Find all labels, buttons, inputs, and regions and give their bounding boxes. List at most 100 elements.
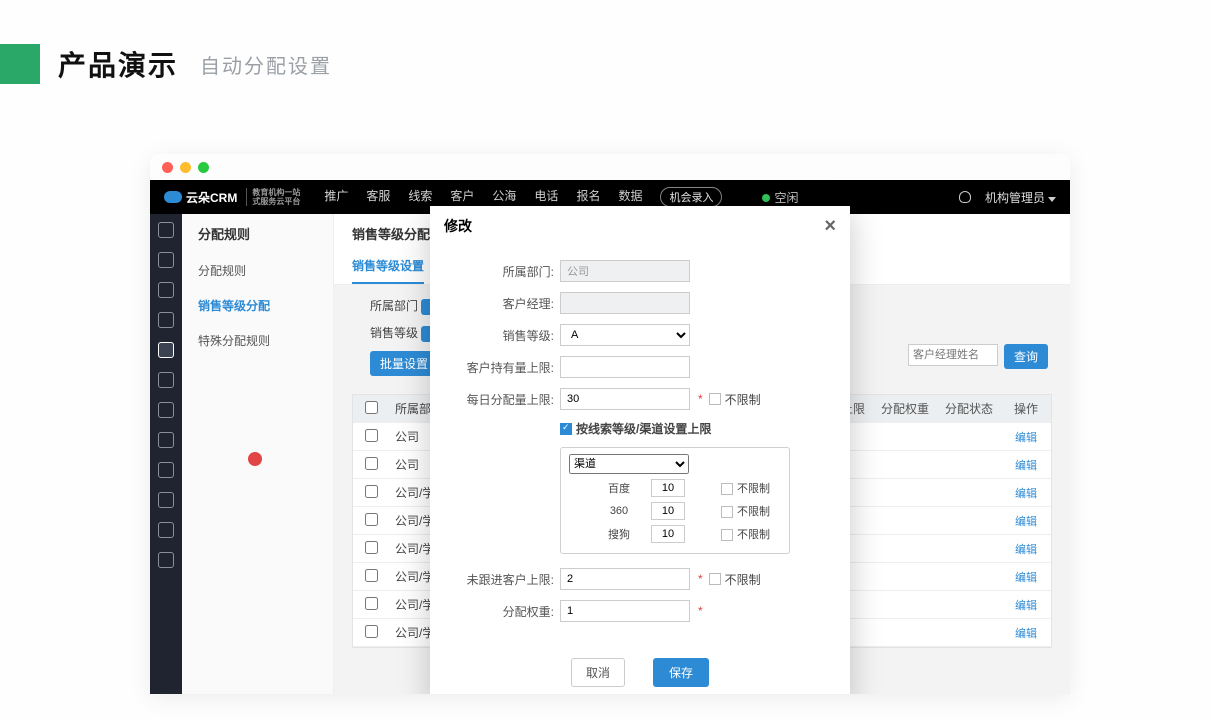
field-hold[interactable] (560, 356, 690, 378)
sidebar-item-rules[interactable]: 分配规则 (182, 253, 333, 288)
channel-nolimit-label: 不限制 (737, 506, 770, 518)
edit-link[interactable]: 编辑 (1015, 488, 1037, 500)
filter-level-label: 销售等级 (370, 326, 418, 340)
channel-value[interactable] (651, 502, 685, 520)
rail-icon-9[interactable] (158, 462, 174, 478)
channel-select[interactable]: 渠道 (569, 454, 689, 474)
rail-icon-1[interactable] (158, 222, 174, 238)
save-button[interactable]: 保存 (653, 658, 709, 687)
rail-icon-2[interactable] (158, 252, 174, 268)
channel-nolimit-check[interactable] (721, 506, 733, 518)
rail-icon-5[interactable] (158, 342, 174, 358)
left-rail (150, 214, 182, 694)
channel-nolimit-check[interactable] (721, 483, 733, 495)
search-bar: 查询 (908, 344, 1048, 369)
page-title: 产品演示 (58, 44, 178, 84)
nolimit-pending-check[interactable] (709, 573, 721, 585)
rail-icon-10[interactable] (158, 492, 174, 508)
nav-call[interactable]: 电话 (534, 187, 558, 207)
lbl-weight: 分配权重: (454, 603, 560, 620)
cancel-button[interactable]: 取消 (571, 658, 625, 687)
rail-icon-3[interactable] (158, 282, 174, 298)
window-controls (150, 154, 1070, 180)
nav-data[interactable]: 数据 (618, 187, 642, 207)
role-menu[interactable]: 机构管理员 (985, 189, 1056, 206)
field-level[interactable]: A (560, 324, 690, 346)
lbl-daily: 每日分配量上限: (454, 391, 560, 408)
channel-name: 百度 (599, 480, 639, 496)
bychannel-label: 按线索等级/渠道设置上限 (576, 420, 711, 437)
channel-nolimit-check[interactable] (721, 529, 733, 541)
close-icon[interactable]: × (824, 219, 836, 233)
nav-cust[interactable]: 客户 (450, 187, 474, 207)
channel-row: 百度 不限制 (599, 479, 781, 497)
nav-promo[interactable]: 推广 (324, 187, 348, 207)
row-checkbox[interactable] (365, 429, 378, 442)
close-dot[interactable] (162, 162, 173, 173)
rail-icon-7[interactable] (158, 402, 174, 418)
rail-icon-8[interactable] (158, 432, 174, 448)
row-checkbox[interactable] (365, 625, 378, 638)
nav-service[interactable]: 客服 (366, 187, 390, 207)
rail-icon-6[interactable] (158, 372, 174, 388)
lbl-hold: 客户持有量上限: (454, 359, 560, 376)
row-checkbox[interactable] (365, 597, 378, 610)
opportunity-pill[interactable]: 机会录入 (660, 187, 722, 207)
channel-name: 360 (599, 505, 639, 517)
presence-status: 空闲 (762, 189, 798, 206)
field-dept (560, 260, 690, 282)
channel-row: 搜狗不限制 (599, 525, 781, 543)
batch-button[interactable]: 批量设置 (370, 351, 438, 376)
page-subtitle: 自动分配设置 (200, 50, 332, 79)
edit-link[interactable]: 编辑 (1015, 600, 1037, 612)
edit-link[interactable]: 编辑 (1015, 516, 1037, 528)
edit-link[interactable]: 编辑 (1015, 460, 1037, 472)
field-weight[interactable] (560, 600, 690, 622)
col-op: 操作 (1001, 400, 1051, 417)
nolimit-daily-check[interactable] (709, 393, 721, 405)
nolimit-daily-label: 不限制 (725, 391, 761, 408)
row-checkbox[interactable] (365, 569, 378, 582)
alert-badge-icon (248, 452, 262, 466)
bychannel-check[interactable] (560, 423, 572, 435)
modal-title: 修改 (444, 216, 472, 236)
min-dot[interactable] (180, 162, 191, 173)
lbl-manager: 客户经理: (454, 295, 560, 312)
nav-sea[interactable]: 公海 (492, 187, 516, 207)
brand-name: 云朵CRM (186, 189, 237, 206)
field-pending[interactable] (560, 568, 690, 590)
col-weight: 分配权重 (873, 400, 937, 417)
edit-link[interactable]: 编辑 (1015, 432, 1037, 444)
rail-icon-12[interactable] (158, 552, 174, 568)
row-checkbox[interactable] (365, 513, 378, 526)
row-checkbox[interactable] (365, 485, 378, 498)
channel-nolimit-label: 不限制 (737, 483, 770, 495)
sidebar-item-special[interactable]: 特殊分配规则 (182, 323, 333, 358)
search-button[interactable]: 查询 (1004, 344, 1048, 369)
sidebar-item-level[interactable]: 销售等级分配 (182, 288, 333, 323)
select-all-checkbox[interactable] (365, 401, 378, 414)
nav-signup[interactable]: 报名 (576, 187, 600, 207)
row-checkbox[interactable] (365, 457, 378, 470)
accent-bar (0, 44, 40, 84)
brand-tagline: 教育机构一站式服务云平台 (246, 188, 300, 206)
chevron-down-icon (1048, 197, 1056, 202)
rail-icon-4[interactable] (158, 312, 174, 328)
rail-icon-11[interactable] (158, 522, 174, 538)
tab-level-settings[interactable]: 销售等级设置 (352, 249, 424, 284)
filter-dept-label: 所属部门 (370, 299, 418, 313)
field-daily[interactable] (560, 388, 690, 410)
edit-link[interactable]: 编辑 (1015, 572, 1037, 584)
channel-value[interactable] (651, 525, 685, 543)
status-dot-icon (762, 194, 770, 202)
channel-value[interactable] (651, 479, 685, 497)
edit-link[interactable]: 编辑 (1015, 544, 1037, 556)
nav-links: 推广 客服 线索 客户 公海 电话 报名 数据 机会录入 (324, 187, 722, 207)
max-dot[interactable] (198, 162, 209, 173)
edit-link[interactable]: 编辑 (1015, 628, 1037, 640)
bell-icon[interactable] (959, 191, 971, 203)
app-window: 云朵CRM 教育机构一站式服务云平台 推广 客服 线索 客户 公海 电话 报名 … (150, 154, 1070, 694)
row-checkbox[interactable] (365, 541, 378, 554)
search-input[interactable] (908, 344, 998, 366)
nav-leads[interactable]: 线索 (408, 187, 432, 207)
